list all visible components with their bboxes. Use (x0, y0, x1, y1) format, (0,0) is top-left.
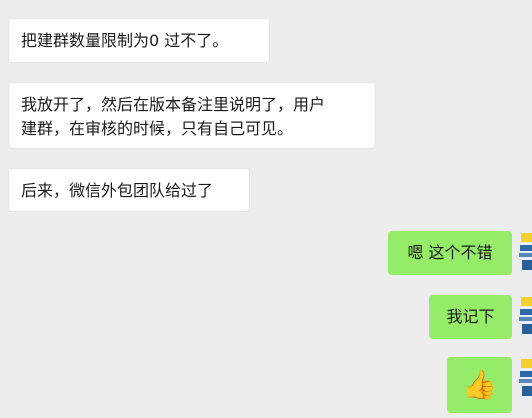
outgoing-message-1[interactable]: 嗯 这个不错 (388, 231, 512, 275)
message-text-line-1: 我放开了，然后在版本备注里说明了，用户 (21, 95, 326, 114)
incoming-message-2[interactable]: 我放开了，然后在版本备注里说明了，用户 建群，在审核的时候，只有自己可见。 (8, 82, 376, 149)
incoming-message-1[interactable]: 把建群数量限制为0 过不了。 (8, 18, 270, 63)
avatar[interactable] (519, 359, 532, 399)
chat-window: 把建群数量限制为0 过不了。 我放开了，然后在版本备注里说明了，用户 建群，在审… (0, 0, 532, 418)
thumbs-up-icon: 👍 (462, 368, 497, 401)
incoming-message-3[interactable]: 后来，微信外包团队给过了 (8, 168, 250, 212)
message-text: 嗯 这个不错 (407, 243, 493, 262)
message-text: 我记下 (446, 307, 495, 326)
outgoing-message-2[interactable]: 我记下 (429, 295, 512, 339)
avatar[interactable] (519, 233, 532, 273)
message-text-line-2: 建群，在审核的时候，只有自己可见。 (21, 119, 294, 138)
outgoing-message-3[interactable]: 👍 (447, 357, 512, 413)
avatar[interactable] (519, 297, 532, 337)
message-text: 把建群数量限制为0 过不了。 (21, 31, 229, 50)
message-text: 后来，微信外包团队给过了 (21, 181, 214, 200)
